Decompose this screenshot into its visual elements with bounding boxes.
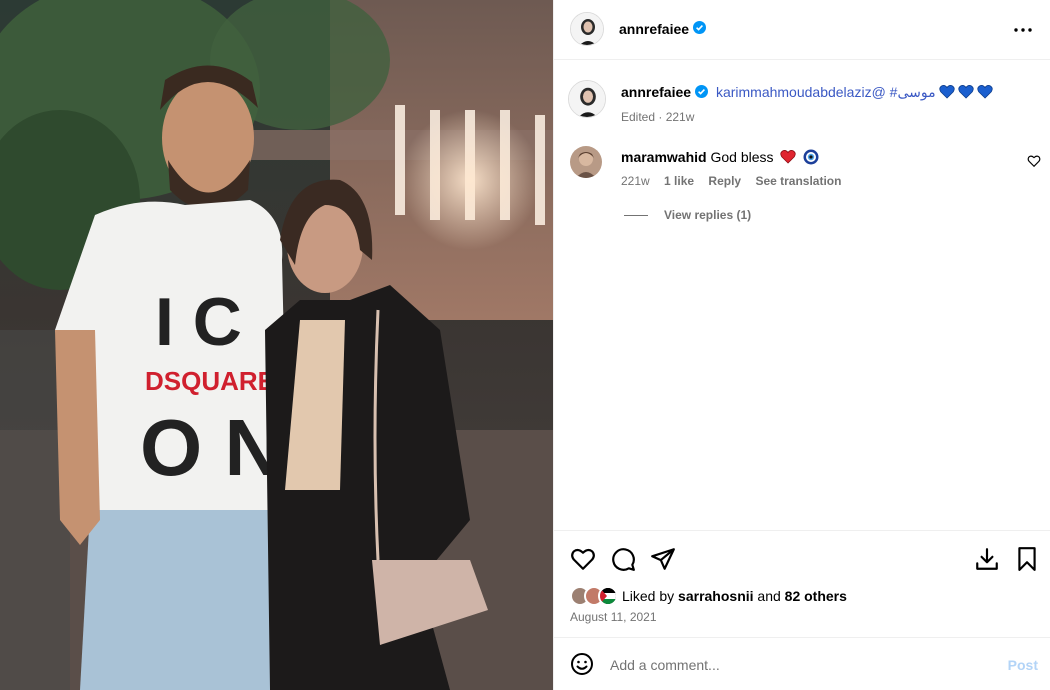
verified-badge-icon (689, 21, 706, 36)
replies-divider (624, 214, 648, 216)
post-photo-image: I C DSQUARED2 O N (0, 0, 553, 690)
blue-heart-icon (976, 85, 993, 99)
commenter-username[interactable]: maramwahid (621, 149, 707, 165)
commenter-avatar[interactable] (570, 146, 602, 178)
caption-meta: Edited · 221w (621, 110, 695, 124)
download-icon[interactable] (974, 546, 1000, 572)
mention-link[interactable]: karimmahmoudabdelaziz@ (716, 84, 886, 100)
liker-username[interactable]: sarrahosnii (678, 588, 753, 604)
likes-others-count[interactable]: 82 others (785, 588, 847, 604)
comment-likes[interactable]: 1 like (664, 174, 694, 188)
nazar-amulet-icon (803, 149, 819, 165)
liker-avatars (570, 585, 622, 607)
more-options-icon[interactable] (1011, 18, 1035, 42)
post-details-panel: annrefaiee annrefaiee karimmahmoudabdela… (553, 0, 1050, 690)
comment-line: maramwahid God bless (621, 149, 819, 165)
liker-avatar (598, 586, 618, 606)
see-translation-button[interactable]: See translation (755, 174, 841, 188)
like-heart-icon[interactable] (570, 546, 596, 572)
likes-and: and (757, 588, 781, 604)
verified-badge-icon (695, 85, 709, 98)
share-paper-plane-icon[interactable] (650, 546, 676, 572)
blue-heart-icon (957, 85, 974, 99)
post-date[interactable]: August 11, 2021 (570, 610, 657, 624)
comment-bubble-icon[interactable] (610, 546, 636, 572)
reply-button[interactable]: Reply (708, 174, 741, 188)
comment-age: 221w (621, 174, 650, 188)
likes-prefix: Liked by (622, 588, 675, 604)
likes-summary[interactable]: Liked by sarrahosnii and 82 others (570, 585, 847, 607)
comment-text: God bless (710, 149, 774, 165)
comment-input[interactable] (610, 654, 990, 676)
caption: annrefaiee karimmahmoudabdelaziz@ #موسى … (554, 70, 1050, 140)
author-username[interactable]: annrefaiee (619, 21, 689, 37)
save-bookmark-icon[interactable] (1014, 546, 1040, 572)
post-comment-button[interactable]: Post (1008, 657, 1038, 673)
caption-line: annrefaiee karimmahmoudabdelaziz@ #موسى (621, 84, 993, 101)
emoji-smiley-icon[interactable] (570, 652, 594, 676)
comment-item: maramwahid God bless 221w 1 like Reply S… (554, 140, 1050, 210)
svg-text:O N: O N (140, 403, 282, 492)
author-avatar[interactable] (570, 12, 604, 46)
view-replies-label: View replies (1) (664, 208, 752, 222)
add-comment-bar: Post (554, 637, 1050, 690)
post-photo[interactable]: I C DSQUARED2 O N (0, 0, 553, 690)
caption-avatar[interactable] (568, 80, 606, 118)
blue-heart-icon (938, 85, 955, 99)
action-bar (554, 530, 1050, 585)
red-heart-icon (779, 150, 796, 164)
view-replies-button[interactable]: View replies (1) (624, 208, 751, 222)
comment-like-heart-icon[interactable] (1027, 154, 1041, 168)
hashtag-link[interactable]: #موسى (890, 84, 936, 100)
svg-text:I C: I C (155, 284, 242, 360)
comment-meta: 221w 1 like Reply See translation (621, 174, 852, 188)
post-header: annrefaiee (554, 0, 1050, 60)
caption-username[interactable]: annrefaiee (621, 84, 691, 100)
likes-text: Liked by sarrahosnii and 82 others (622, 588, 847, 604)
